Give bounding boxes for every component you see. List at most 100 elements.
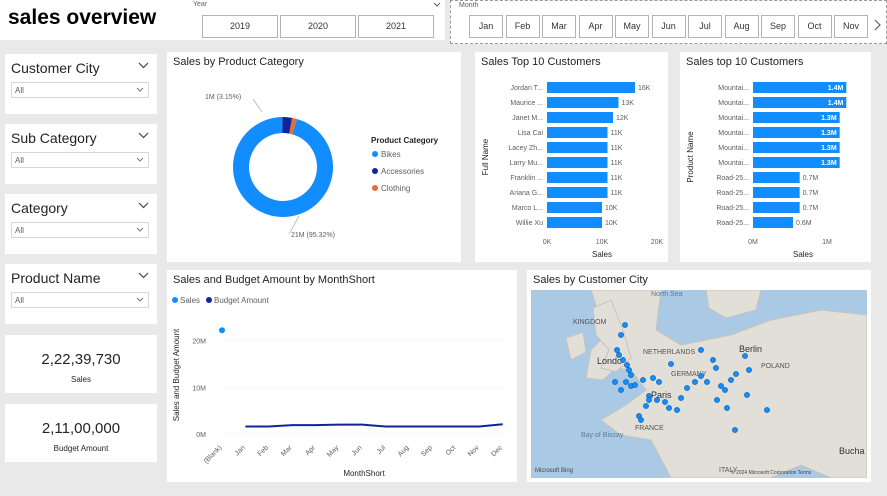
- month-tile-aug[interactable]: Aug: [724, 15, 759, 38]
- filter-dropdown[interactable]: All: [11, 152, 149, 168]
- month-tile-feb[interactable]: Feb: [505, 15, 540, 38]
- map-point[interactable]: [674, 407, 680, 413]
- month-tile-nov[interactable]: Nov: [834, 15, 868, 38]
- map-point[interactable]: [718, 383, 724, 389]
- map-point[interactable]: [744, 392, 750, 398]
- chevron-down-icon[interactable]: [138, 60, 149, 71]
- map-point[interactable]: [666, 405, 672, 411]
- map-point[interactable]: [704, 379, 710, 385]
- map-point[interactable]: [662, 399, 668, 405]
- month-tile-jun[interactable]: Jun: [651, 15, 686, 38]
- category-label: Maurice ...: [510, 100, 543, 107]
- chevron-down-icon[interactable]: [138, 130, 149, 141]
- filter-value: All: [15, 226, 24, 235]
- map-point[interactable]: [684, 385, 690, 391]
- category-label: Road-25...: [716, 205, 749, 212]
- map-point[interactable]: [616, 352, 622, 358]
- map-point[interactable]: [724, 405, 730, 411]
- map-point[interactable]: [618, 387, 624, 393]
- month-tile-mar[interactable]: Mar: [542, 15, 576, 38]
- map-label: NETHERLANDS: [643, 349, 695, 356]
- map-point[interactable]: [626, 367, 632, 373]
- map-copyright[interactable]: © 2024 Microsoft Corporation Terms: [731, 469, 812, 476]
- map-point[interactable]: [643, 403, 649, 409]
- filter-value: All: [15, 296, 24, 305]
- map-point[interactable]: [742, 353, 748, 359]
- month-tile-oct[interactable]: Oct: [797, 15, 832, 38]
- map-point[interactable]: [656, 379, 662, 385]
- map-point[interactable]: [620, 357, 626, 363]
- bar: [753, 187, 800, 198]
- filter-dropdown[interactable]: All: [11, 292, 149, 308]
- map-point[interactable]: [733, 371, 739, 377]
- map-point[interactable]: [623, 379, 629, 385]
- tick-label: Jan: [234, 444, 247, 457]
- year-slicer: Year 2019 2020 2021: [190, 0, 445, 40]
- year-tile-2019[interactable]: 2019: [202, 15, 278, 38]
- map-view[interactable]: North Sea KINGDOM NETHERLANDS Berlin POL…: [531, 290, 867, 478]
- map-label: KINGDOM: [573, 319, 607, 326]
- data-label: 11K: [611, 130, 623, 137]
- map-point[interactable]: [692, 379, 698, 385]
- category-label: Lisa Cai: [518, 130, 544, 137]
- axis-label: MonthShort: [343, 469, 385, 478]
- category-label: Road-25...: [716, 175, 749, 182]
- category-label: Mountai...: [718, 160, 749, 167]
- map-point[interactable]: [746, 367, 752, 373]
- map-point[interactable]: [640, 377, 646, 383]
- tick-label: 0K: [543, 239, 552, 246]
- filter-dropdown[interactable]: All: [11, 82, 149, 98]
- filter-dropdown[interactable]: All: [11, 222, 149, 238]
- map-point[interactable]: [628, 372, 634, 378]
- chevron-down-icon[interactable]: [138, 200, 149, 211]
- map-point[interactable]: [618, 332, 624, 338]
- month-tile-jan[interactable]: Jan: [469, 15, 503, 38]
- year-tile-2021[interactable]: 2021: [358, 15, 434, 38]
- month-tile-sep[interactable]: Sep: [761, 15, 795, 38]
- map-point[interactable]: [722, 387, 728, 393]
- bar: [547, 97, 619, 108]
- map-point[interactable]: [654, 397, 660, 403]
- month-slicer-label: Month: [459, 2, 479, 9]
- map-point[interactable]: [622, 322, 628, 328]
- chevron-down-icon[interactable]: [138, 270, 149, 281]
- data-label: 21M (95.32%): [291, 232, 335, 239]
- legend-marker: [206, 297, 212, 303]
- filter-label: Customer City: [11, 60, 100, 76]
- map-point[interactable]: [624, 362, 630, 368]
- data-label: 0.7M: [803, 205, 819, 212]
- map-point[interactable]: [646, 397, 652, 403]
- chevron-down-icon: [136, 157, 144, 162]
- title-bar: sales overview: [0, 0, 190, 40]
- chevron-down-icon[interactable]: [433, 2, 441, 8]
- map-point[interactable]: [632, 382, 638, 388]
- month-tile-apr[interactable]: Apr: [578, 15, 613, 38]
- tick-label: 20K: [651, 239, 664, 246]
- map-point[interactable]: [668, 361, 674, 367]
- map-point[interactable]: [614, 347, 620, 353]
- tick-label: May: [326, 444, 341, 459]
- map-point[interactable]: [714, 397, 720, 403]
- kpi-value: 2,22,39,730: [41, 351, 121, 368]
- month-tile-jul[interactable]: Jul: [688, 15, 722, 38]
- category-label: Jordan T...: [510, 85, 543, 92]
- map-point[interactable]: [650, 375, 656, 381]
- map-point[interactable]: [638, 417, 644, 423]
- chevron-right-icon[interactable]: [874, 19, 882, 31]
- map-point[interactable]: [710, 357, 716, 363]
- map-point[interactable]: [678, 395, 684, 401]
- map-point[interactable]: [698, 347, 704, 353]
- leader-line: [252, 98, 263, 113]
- map-point[interactable]: [732, 427, 738, 433]
- bar: [753, 202, 800, 213]
- month-slicer: Month Jan Feb Mar Apr May Jun Jul Aug Sep Oct Nov: [450, 0, 887, 44]
- map-point[interactable]: [698, 373, 704, 379]
- month-tile-may[interactable]: May: [615, 15, 649, 38]
- map-point[interactable]: [612, 379, 618, 385]
- map-point[interactable]: [713, 365, 719, 371]
- map-point[interactable]: [728, 377, 734, 383]
- year-tile-2020[interactable]: 2020: [280, 15, 356, 38]
- map-point[interactable]: [764, 407, 770, 413]
- bar: [547, 202, 602, 213]
- category-label: Ariana G...: [510, 190, 544, 197]
